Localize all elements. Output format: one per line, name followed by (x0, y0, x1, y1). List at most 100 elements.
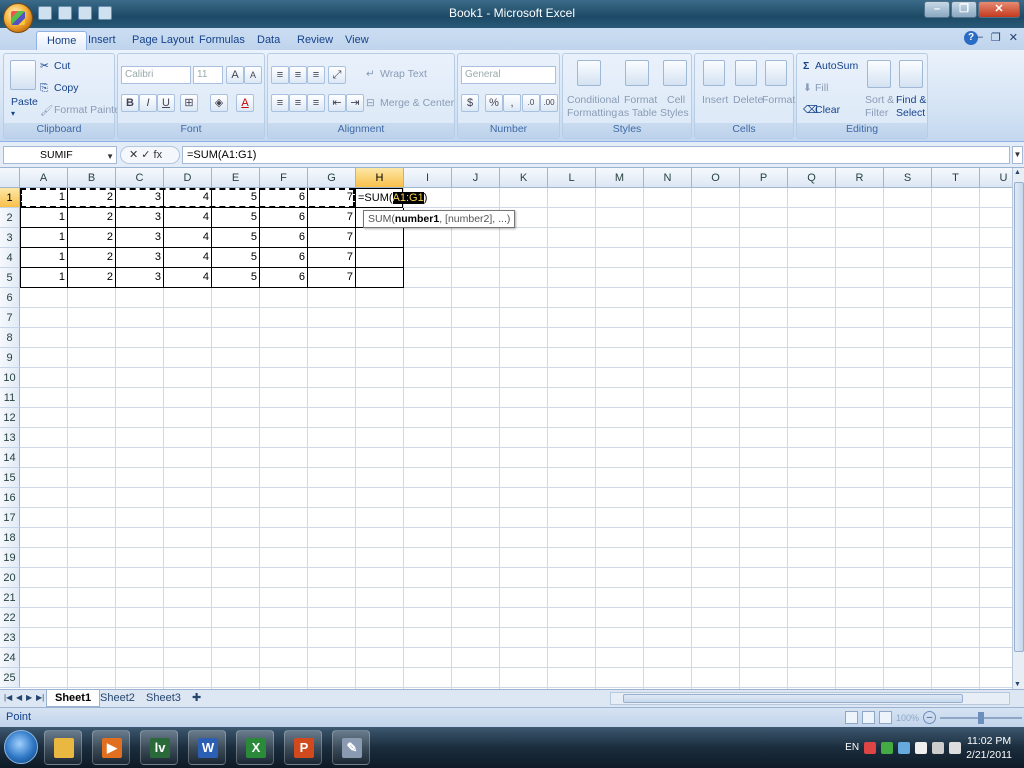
format-cells-icon[interactable] (765, 60, 787, 86)
table-cell[interactable]: 5 (212, 188, 260, 208)
orientation-icon[interactable]: ⤢ (328, 66, 346, 84)
align-left-icon[interactable]: ≡ (271, 94, 289, 112)
table-cell[interactable]: 1 (20, 208, 68, 228)
format-as-table-icon[interactable] (625, 60, 649, 86)
row-header[interactable]: 20 (0, 568, 20, 588)
align-middle-icon[interactable]: ≡ (289, 66, 307, 84)
column-header[interactable]: L (548, 168, 596, 188)
table-cell[interactable]: 7 (308, 268, 356, 288)
volume-icon[interactable] (949, 741, 962, 754)
fill-button[interactable]: Fill (815, 82, 828, 94)
conditional-formatting-icon[interactable] (577, 60, 601, 86)
borders-icon[interactable]: ⊞ (180, 94, 198, 112)
table-cell[interactable]: 1 (20, 268, 68, 288)
increase-indent-icon[interactable]: ⇥ (346, 94, 364, 112)
tab-insert[interactable]: Insert (78, 31, 126, 50)
row-header[interactable]: 9 (0, 348, 20, 368)
table-cell[interactable]: 6 (260, 208, 308, 228)
table-cell[interactable]: 1 (20, 228, 68, 248)
table-cell[interactable]: 6 (260, 228, 308, 248)
excel-taskbar-icon[interactable]: X (236, 730, 274, 765)
vertical-scroll-thumb[interactable] (1014, 182, 1024, 652)
column-header[interactable]: B (68, 168, 116, 188)
horizontal-scroll-thumb[interactable] (623, 694, 963, 703)
comma-button[interactable]: , (503, 94, 521, 112)
table-cell[interactable]: 5 (212, 228, 260, 248)
format-cells-button[interactable]: Format (762, 94, 795, 106)
row-header[interactable]: 22 (0, 608, 20, 628)
row-header[interactable]: 16 (0, 488, 20, 508)
autosum-button[interactable]: AutoSum (815, 60, 858, 72)
row-header[interactable]: 7 (0, 308, 20, 328)
worksheet-grid[interactable]: ABCDEFGHIJKLMNOPQRSTU 1 2 3 4 5 6 7 8 9 10 11 12 13 1… (0, 168, 1012, 689)
scroll-up-icon[interactable]: ▲ (1014, 169, 1021, 176)
column-header[interactable]: E (212, 168, 260, 188)
column-header[interactable]: N (644, 168, 692, 188)
scroll-down-icon[interactable]: ▼ (1014, 681, 1021, 688)
font-name-combo[interactable]: Calibri (121, 66, 191, 84)
column-header[interactable]: G (308, 168, 356, 188)
tray-network-icon[interactable] (881, 741, 894, 754)
start-button[interactable] (4, 730, 38, 764)
column-header[interactable]: A (20, 168, 68, 188)
decrease-decimal-icon[interactable]: .00 (540, 94, 558, 112)
align-right-icon[interactable]: ≡ (307, 94, 325, 112)
currency-button[interactable]: $ (461, 94, 479, 112)
sort-filter-button[interactable]: Sort & (865, 94, 894, 106)
paste-dropdown-icon[interactable]: ▾ (11, 109, 15, 118)
format-as-table-button[interactable]: Format (624, 94, 657, 106)
percent-button[interactable]: % (485, 94, 503, 112)
align-center-icon[interactable]: ≡ (289, 94, 307, 112)
delete-cells-icon[interactable] (735, 60, 757, 86)
table-cell[interactable]: 4 (164, 248, 212, 268)
app-taskbar-icon[interactable]: lv (140, 730, 178, 765)
row-header[interactable]: 17 (0, 508, 20, 528)
fill-color-icon[interactable]: ◈ (210, 94, 228, 112)
align-top-icon[interactable]: ≡ (271, 66, 289, 84)
table-cell[interactable]: 6 (260, 268, 308, 288)
table-cell[interactable]: 3 (116, 228, 164, 248)
find-select-icon[interactable] (899, 60, 923, 88)
media-player-taskbar-icon[interactable]: ▶ (92, 730, 130, 765)
chevron-down-icon[interactable]: ▼ (106, 149, 114, 165)
paint-taskbar-icon[interactable]: ✎ (332, 730, 370, 765)
table-cell[interactable]: 4 (164, 268, 212, 288)
sheet-tab-2[interactable]: Sheet2 (92, 690, 143, 707)
language-indicator[interactable]: EN (845, 742, 859, 753)
increase-decimal-icon[interactable]: .0 (522, 94, 540, 112)
redo-icon[interactable] (78, 6, 92, 20)
formula-input[interactable]: =SUM(A1:G1) (182, 146, 1010, 164)
merge-center-button[interactable]: Merge & Center (380, 97, 454, 109)
table-cell[interactable]: 6 (260, 248, 308, 268)
delete-cells-button[interactable]: Delete (733, 94, 763, 106)
name-box[interactable]: SUMIF ▼ (3, 146, 117, 164)
align-bottom-icon[interactable]: ≡ (307, 66, 325, 84)
table-cell[interactable]: 4 (164, 208, 212, 228)
table-cell[interactable]: 3 (116, 188, 164, 208)
formula-tools[interactable]: ✕ ✓ fx (120, 146, 180, 164)
zoom-level[interactable]: 100% (896, 713, 919, 723)
column-header[interactable]: H (356, 168, 404, 188)
word-taskbar-icon[interactable]: W (188, 730, 226, 765)
row-header[interactable]: 14 (0, 448, 20, 468)
table-cell[interactable]: 2 (68, 268, 116, 288)
table-cell[interactable]: 1 (20, 248, 68, 268)
table-cell[interactable]: 3 (116, 248, 164, 268)
table-cell[interactable]: 7 (308, 248, 356, 268)
first-sheet-icon[interactable]: |◀ (4, 693, 12, 702)
workbook-restore-button[interactable]: ❐ (991, 31, 1001, 44)
zoom-slider[interactable] (940, 711, 1023, 724)
explorer-taskbar-icon[interactable] (44, 730, 82, 765)
insert-cells-button[interactable]: Insert (702, 94, 728, 106)
conditional-formatting-button[interactable]: Conditional (567, 94, 620, 106)
column-header[interactable]: I (404, 168, 452, 188)
workbook-minimize-button[interactable]: – (977, 31, 983, 44)
tab-formulas[interactable]: Formulas (189, 31, 255, 50)
expand-formula-bar-icon[interactable]: ▼ (1012, 146, 1023, 164)
cut-button[interactable]: Cut (54, 60, 70, 72)
sort-filter-icon[interactable] (867, 60, 891, 88)
column-header[interactable]: R (836, 168, 884, 188)
table-cell[interactable]: 5 (212, 268, 260, 288)
close-button[interactable]: ✕ (978, 1, 1020, 18)
page-break-view-icon[interactable] (879, 711, 892, 724)
